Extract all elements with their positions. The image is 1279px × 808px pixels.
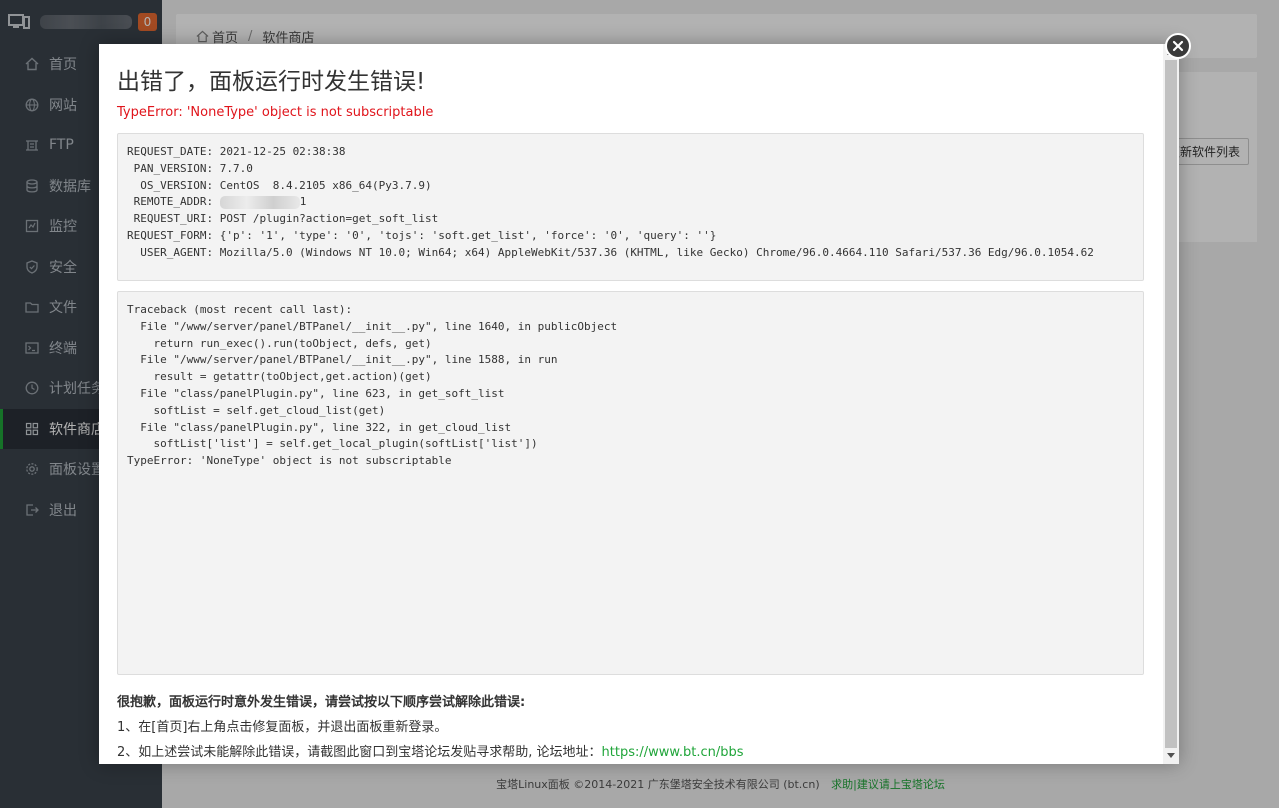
remote-address-label: REMOTE_ADDR: [127, 195, 220, 209]
request-uri: REQUEST_URI: POST /plugin?action=get_sof… [127, 212, 439, 226]
scrollbar-thumb[interactable] [1165, 60, 1177, 748]
help-step-2: 2、如上述尝试未能解除此错误，请截图此窗口到宝塔论坛发贴寻求帮助, 论坛地址：h… [117, 741, 1163, 760]
forum-url-link[interactable]: https://www.bt.cn/bbs [602, 745, 744, 760]
request-date: REQUEST_DATE: 2021-12-25 02:38:38 [127, 145, 346, 158]
help-step-2-text: 2、如上述尝试未能解除此错误，请截图此窗口到宝塔论坛发贴寻求帮助, 论坛地址： [117, 745, 602, 760]
request-form: REQUEST_FORM: {'p': '1', 'type': '0', 't… [127, 228, 717, 242]
error-dialog-body: 出错了，面板运行时发生错误! TypeError: 'NoneType' obj… [99, 44, 1163, 764]
error-message: TypeError: 'NoneType' object is not subs… [117, 105, 434, 120]
error-title: 出错了，面板运行时发生错误! [117, 69, 426, 95]
scroll-down-icon[interactable] [1163, 748, 1179, 764]
help-title: 很抱歉，面板运行时意外发生错误，请尝试按以下顺序尝试解除此错误: [117, 695, 526, 710]
close-dialog-button[interactable] [1165, 33, 1191, 59]
remote-address-suffix: 1 [299, 195, 307, 209]
os-version: OS_VERSION: CentOS 8.4.2105 x86_64(Py3.7… [127, 178, 432, 192]
close-icon [1172, 40, 1184, 52]
remote-address-redacted [219, 195, 300, 209]
remote-address: REMOTE_ADDR: 1 [127, 194, 1134, 211]
dialog-scrollbar[interactable] [1163, 44, 1179, 764]
error-dialog: 出错了，面板运行时发生错误! TypeError: 'NoneType' obj… [99, 44, 1179, 764]
request-info-box: REQUEST_DATE: 2021-12-25 02:38:38 PAN_VE… [117, 133, 1144, 281]
traceback-box: Traceback (most recent call last): File … [117, 291, 1144, 675]
panel-version: PAN_VERSION: 7.7.0 [127, 161, 253, 175]
user-agent: USER_AGENT: Mozilla/5.0 (Windows NT 10.0… [127, 245, 1094, 259]
help-step-1: 1、在[首页]右上角点击修复面板，并退出面板重新登录。 [117, 720, 448, 735]
